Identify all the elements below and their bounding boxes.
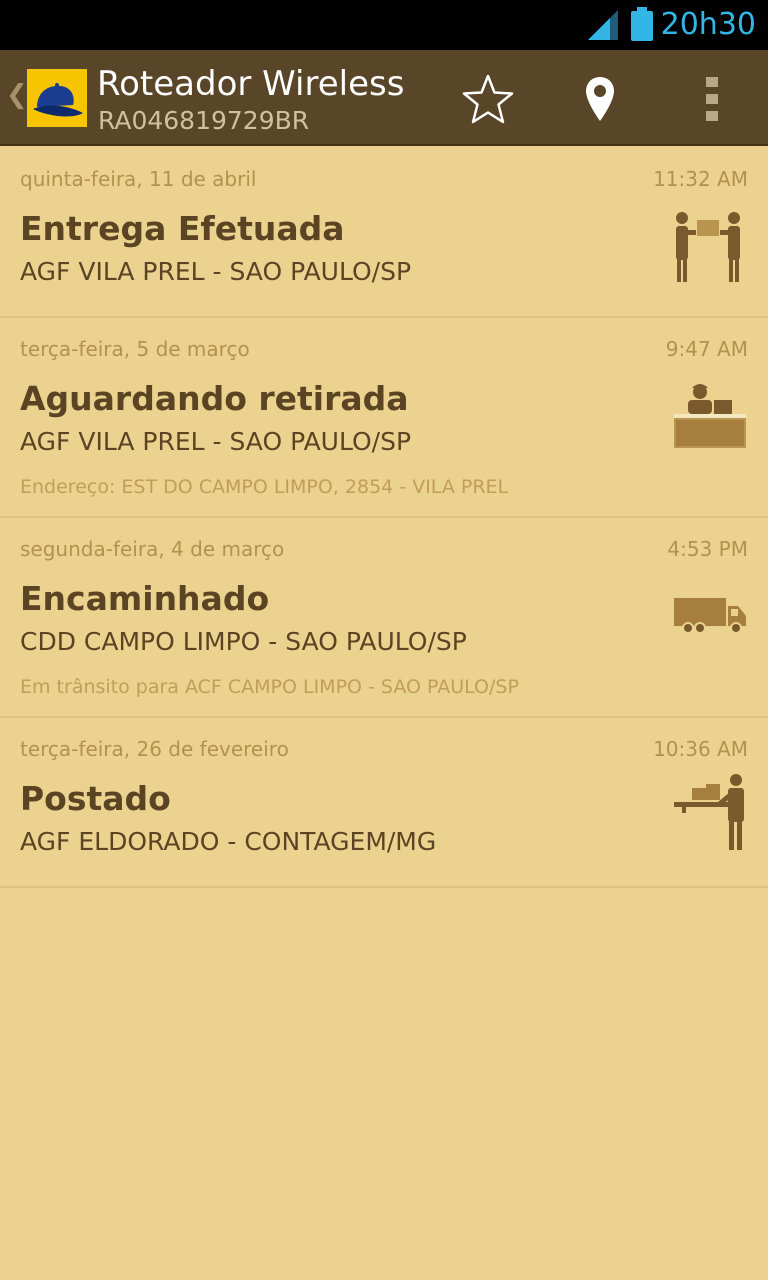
event-time: 10:36 AM (653, 737, 748, 761)
tracking-event[interactable]: quinta-feira, 11 de abril 11:32 AM Entre… (0, 148, 768, 318)
overflow-menu-icon (706, 77, 718, 121)
status-clock: 20h30 (660, 7, 756, 42)
overflow-menu-button[interactable] (679, 66, 745, 132)
tracking-event[interactable]: terça-feira, 26 de fevereiro 10:36 AM Po… (0, 718, 768, 888)
battery-icon (631, 7, 653, 41)
status-bar: 20h30 (0, 0, 768, 50)
map-button[interactable] (567, 66, 633, 132)
event-date: terça-feira, 5 de março (20, 337, 250, 361)
page-title: Roteador Wireless (97, 64, 405, 104)
event-status: Entrega Efetuada (20, 209, 345, 248)
event-status: Encaminhado (20, 579, 270, 618)
event-status: Postado (20, 779, 171, 818)
event-location: CDD CAMPO LIMPO - SAO PAULO/SP (20, 627, 467, 656)
event-location: AGF VILA PREL - SAO PAULO/SP (20, 257, 412, 286)
tracking-event[interactable]: segunda-feira, 4 de março 4:53 PM Encami… (0, 518, 768, 718)
event-location: AGF ELDORADO - CONTAGEM/MG (20, 827, 437, 856)
star-icon (462, 74, 514, 124)
favorite-button[interactable] (455, 66, 521, 132)
app-logo-cap-icon[interactable] (27, 69, 87, 127)
event-status: Aguardando retirada (20, 379, 409, 418)
event-time: 11:32 AM (653, 167, 748, 191)
event-date: segunda-feira, 4 de março (20, 537, 285, 561)
up-chevron-icon[interactable]: ❮ (6, 80, 28, 110)
truck-icon (674, 598, 746, 634)
event-date: quinta-feira, 11 de abril (20, 167, 257, 191)
event-detail: Endereço: EST DO CAMPO LIMPO, 2854 - VIL… (20, 476, 509, 498)
event-time: 4:53 PM (667, 537, 748, 561)
tracking-event[interactable]: terça-feira, 5 de março 9:47 AM Aguardan… (0, 318, 768, 518)
event-location: AGF VILA PREL - SAO PAULO/SP (20, 427, 412, 456)
tracking-code: RA046819729BR (98, 106, 310, 135)
tracking-event-list: quinta-feira, 11 de abril 11:32 AM Entre… (0, 148, 768, 888)
delivery-handoff-icon (676, 212, 740, 282)
posting-person-icon (674, 774, 744, 850)
action-bar: ❮ Roteador Wireless RA046819729BR (0, 50, 768, 146)
event-time: 9:47 AM (665, 337, 748, 361)
signal-icon (588, 10, 618, 40)
event-detail: Em trânsito para ACF CAMPO LIMPO - SAO P… (20, 676, 519, 698)
event-date: terça-feira, 26 de fevereiro (20, 737, 289, 761)
map-pin-icon (586, 77, 614, 121)
counter-clerk-icon (674, 384, 746, 448)
